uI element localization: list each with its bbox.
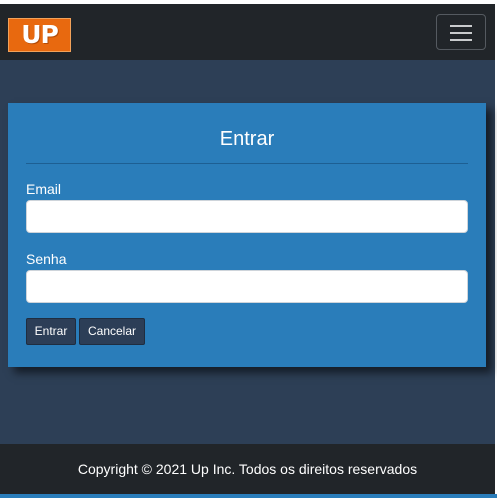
password-field[interactable] bbox=[26, 270, 468, 303]
email-label: Email bbox=[26, 181, 62, 197]
top-navbar: UP bbox=[0, 4, 495, 60]
submit-button[interactable]: Entrar bbox=[26, 318, 76, 345]
title-divider bbox=[26, 163, 468, 164]
login-title: Entrar bbox=[219, 128, 275, 150]
page-footer: Copyright © 2021 Up Inc. Todos os direit… bbox=[0, 444, 495, 494]
cancel-button[interactable]: Cancelar bbox=[79, 318, 145, 345]
menu-toggle-button[interactable] bbox=[436, 14, 486, 50]
login-card: Entrar Email Senha Entrar Cancelar bbox=[8, 103, 486, 367]
email-field[interactable] bbox=[26, 200, 468, 233]
bottom-accent-strip bbox=[0, 494, 497, 498]
password-label: Senha bbox=[26, 251, 67, 267]
up-logo[interactable]: UP bbox=[8, 18, 71, 52]
copyright-text: Copyright © 2021 Up Inc. Todos os direit… bbox=[77, 461, 418, 477]
